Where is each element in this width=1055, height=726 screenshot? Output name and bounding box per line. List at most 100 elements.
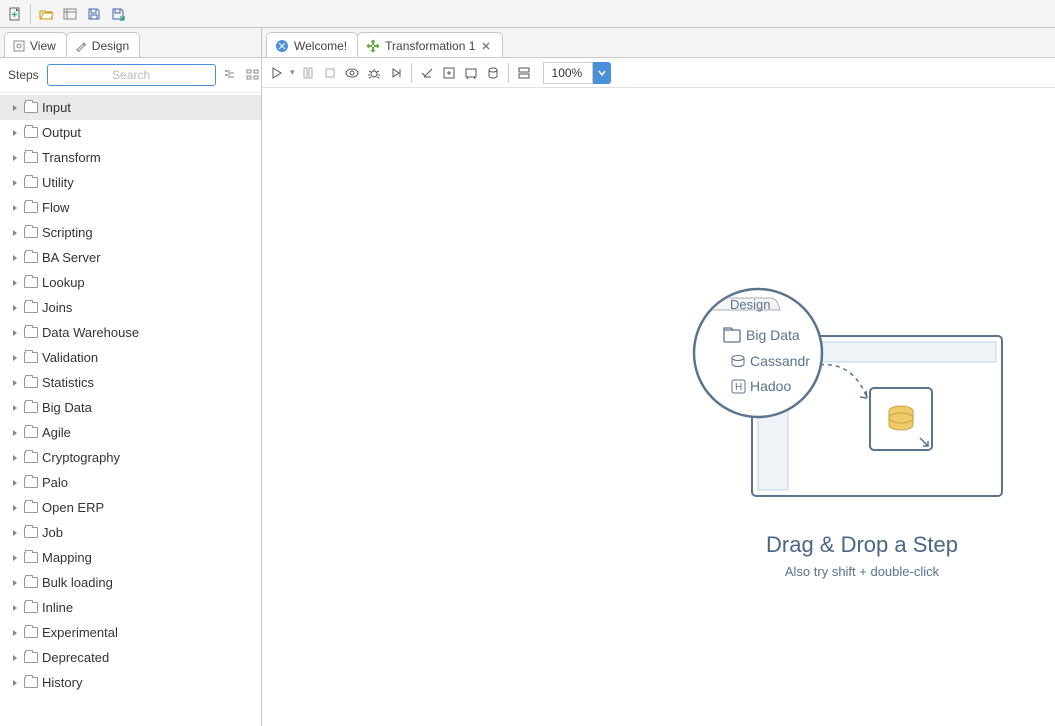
- category-statistics[interactable]: Statistics: [0, 370, 261, 395]
- caret-icon: [10, 503, 20, 513]
- explore-button[interactable]: [59, 3, 81, 25]
- zoom-dropdown-button[interactable]: [593, 62, 611, 84]
- category-label: Mapping: [42, 550, 92, 565]
- canvas-toolbar: ▾ 100%: [262, 58, 1055, 88]
- close-tab-button[interactable]: [480, 40, 492, 52]
- category-experimental[interactable]: Experimental: [0, 620, 261, 645]
- category-label: Job: [42, 525, 63, 540]
- category-label: Deprecated: [42, 650, 109, 665]
- category-mapping[interactable]: Mapping: [0, 545, 261, 570]
- category-tree[interactable]: InputOutputTransformUtilityFlowScripting…: [0, 93, 261, 726]
- transform-icon: [366, 39, 380, 53]
- category-cryptography[interactable]: Cryptography: [0, 445, 261, 470]
- folder-icon: [24, 402, 38, 413]
- folder-icon: [24, 227, 38, 238]
- run-button[interactable]: [268, 64, 286, 82]
- category-ba-server[interactable]: BA Server: [0, 245, 261, 270]
- tab-welcome-label: Welcome!: [294, 39, 347, 53]
- category-agile[interactable]: Agile: [0, 420, 261, 445]
- expand-tree-button[interactable]: [224, 67, 238, 83]
- folder-icon: [24, 552, 38, 563]
- folder-icon: [24, 477, 38, 488]
- zoom-control[interactable]: 100%: [543, 62, 611, 84]
- replay-button[interactable]: [387, 64, 405, 82]
- save-button[interactable]: [83, 3, 105, 25]
- category-lookup[interactable]: Lookup: [0, 270, 261, 295]
- category-label: Validation: [42, 350, 98, 365]
- steps-label: Steps: [8, 68, 39, 82]
- folder-icon: [24, 527, 38, 538]
- category-big-data[interactable]: Big Data: [0, 395, 261, 420]
- verify-button[interactable]: [418, 64, 436, 82]
- caret-icon: [10, 478, 20, 488]
- category-label: Inline: [42, 600, 73, 615]
- caret-icon: [10, 128, 20, 138]
- caret-icon: [10, 153, 20, 163]
- tab-welcome[interactable]: Welcome!: [266, 32, 358, 57]
- folder-icon: [24, 452, 38, 463]
- caret-icon: [10, 403, 20, 413]
- run-dropdown-icon[interactable]: ▾: [290, 67, 295, 78]
- tab-view[interactable]: View: [4, 32, 67, 57]
- folder-icon: [24, 202, 38, 213]
- tab-transformation[interactable]: Transformation 1: [357, 32, 503, 57]
- category-job[interactable]: Job: [0, 520, 261, 545]
- svg-text:H: H: [735, 382, 742, 393]
- save-as-button[interactable]: [107, 3, 129, 25]
- folder-icon: [24, 277, 38, 288]
- category-utility[interactable]: Utility: [0, 170, 261, 195]
- debug-button[interactable]: [365, 64, 383, 82]
- pause-button[interactable]: [299, 64, 317, 82]
- category-label: History: [42, 675, 82, 690]
- svg-text:Big Data: Big Data: [746, 327, 800, 343]
- folder-icon: [24, 577, 38, 588]
- folder-icon: [24, 102, 38, 113]
- hint-subtitle: Also try shift + double-click: [692, 564, 1032, 579]
- category-open-erp[interactable]: Open ERP: [0, 495, 261, 520]
- category-transform[interactable]: Transform: [0, 145, 261, 170]
- category-history[interactable]: History: [0, 670, 261, 695]
- svg-text:Cassandr: Cassandr: [750, 353, 810, 369]
- folder-icon: [24, 327, 38, 338]
- open-file-button[interactable]: [35, 3, 57, 25]
- category-palo[interactable]: Palo: [0, 470, 261, 495]
- tab-design[interactable]: Design: [66, 32, 140, 57]
- folder-icon: [24, 427, 38, 438]
- impact-button[interactable]: [440, 64, 458, 82]
- category-data-warehouse[interactable]: Data Warehouse: [0, 320, 261, 345]
- search-input[interactable]: [47, 64, 216, 86]
- category-label: Lookup: [42, 275, 85, 290]
- caret-icon: [10, 453, 20, 463]
- stop-button[interactable]: [321, 64, 339, 82]
- preview-button[interactable]: [343, 64, 361, 82]
- category-bulk-loading[interactable]: Bulk loading: [0, 570, 261, 595]
- explore-db-button[interactable]: [484, 64, 502, 82]
- category-flow[interactable]: Flow: [0, 195, 261, 220]
- side-tabs: View Design: [0, 28, 261, 58]
- category-deprecated[interactable]: Deprecated: [0, 645, 261, 670]
- folder-icon: [24, 252, 38, 263]
- show-results-button[interactable]: [515, 64, 533, 82]
- svg-text:Hadoo: Hadoo: [750, 378, 791, 394]
- top-toolbar: [0, 0, 1055, 28]
- new-file-button[interactable]: [4, 3, 26, 25]
- category-joins[interactable]: Joins: [0, 295, 261, 320]
- editor-tabs: Welcome! Transformation 1: [262, 28, 1055, 58]
- canvas[interactable]: Design Big Data Cassandr H Hadoo: [262, 88, 1055, 726]
- separator: [508, 63, 509, 83]
- category-input[interactable]: Input: [0, 95, 261, 120]
- zoom-value: 100%: [543, 62, 593, 84]
- sql-button[interactable]: [462, 64, 480, 82]
- folder-icon: [24, 152, 38, 163]
- category-output[interactable]: Output: [0, 120, 261, 145]
- category-label: Palo: [42, 475, 68, 490]
- category-validation[interactable]: Validation: [0, 345, 261, 370]
- caret-icon: [10, 678, 20, 688]
- tab-transformation-label: Transformation 1: [385, 39, 475, 53]
- collapse-tree-button[interactable]: [246, 67, 260, 83]
- category-inline[interactable]: Inline: [0, 595, 261, 620]
- caret-icon: [10, 578, 20, 588]
- category-scripting[interactable]: Scripting: [0, 220, 261, 245]
- search-row: Steps: [0, 58, 261, 93]
- separator: [30, 4, 31, 24]
